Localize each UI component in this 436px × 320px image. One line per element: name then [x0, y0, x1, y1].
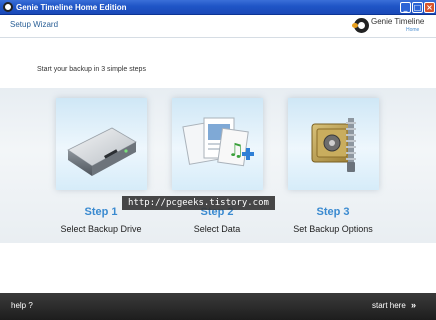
step-3-number: Step 3 — [316, 206, 350, 218]
step-3-card[interactable] — [288, 98, 379, 190]
wizard-footer: help ? start here » — [0, 293, 436, 320]
minimize-button[interactable]: _ — [400, 2, 411, 13]
logo-brand: Genie Timeline — [371, 17, 425, 26]
step-2-card[interactable]: ♫ — [172, 98, 263, 190]
hard-drive-icon — [67, 127, 137, 176]
wizard-title: Setup Wizard — [10, 20, 59, 29]
header-divider — [0, 37, 436, 38]
safe-zipper-icon — [311, 118, 356, 172]
steps-band: Step 1 Select Backup Drive ♫ Step 2 Sele… — [0, 88, 436, 243]
step-2[interactable]: ♫ Step 2 Select Data — [162, 88, 272, 243]
step-1-label: Select Backup Drive — [60, 224, 142, 234]
window-title: Genie Timeline Home Edition — [16, 3, 127, 12]
app-icon — [3, 2, 13, 12]
close-button[interactable]: × — [424, 2, 435, 13]
genie-timeline-logo: Genie Timeline Home — [352, 17, 434, 36]
maximize-button[interactable]: □ — [412, 2, 423, 13]
url-watermark: http://pcgeeks.tistory.com — [122, 196, 275, 210]
step-1[interactable]: Step 1 Select Backup Drive — [46, 88, 156, 243]
genie-logo-icon — [352, 18, 369, 33]
wizard-header: Setup Wizard Genie Timeline Home — [0, 15, 436, 37]
step-2-label: Select Data — [193, 224, 241, 234]
help-link[interactable]: help ? — [11, 301, 33, 310]
step-3-label: Set Backup Options — [293, 224, 373, 234]
intro-text: Start your backup in 3 simple steps — [37, 66, 146, 73]
svg-text:♫: ♫ — [228, 140, 244, 161]
documents-music-add-icon: ♫ — [182, 117, 254, 167]
start-here-link[interactable]: start here — [372, 301, 406, 310]
logo-edition: Home — [406, 27, 420, 33]
step-3[interactable]: Step 3 Set Backup Options — [278, 88, 388, 243]
forward-arrows-icon[interactable]: » — [411, 300, 416, 310]
step-1-card[interactable] — [56, 98, 147, 190]
window-titlebar[interactable]: Genie Timeline Home Edition _ □ × — [0, 0, 436, 15]
